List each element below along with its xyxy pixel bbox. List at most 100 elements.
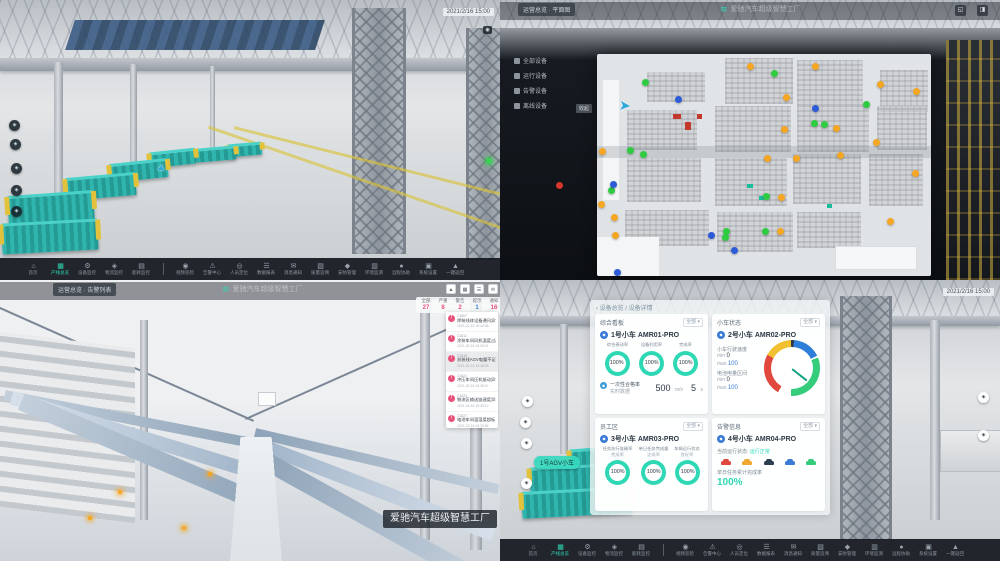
alarm-tool-button[interactable]: ☰ [474,284,484,294]
poi-marker[interactable]: ◈ [11,185,22,196]
card-filter-select[interactable]: 全部 ▾ [800,318,820,327]
view-label-pill[interactable]: 运营总览 · 平面图 [518,3,575,16]
toolbar-item[interactable]: ▦ 产线总览 [547,544,574,557]
toolbar-item[interactable]: ☰ 数据报表 [753,544,780,557]
poi-marker[interactable]: ◈ [11,163,22,174]
device-status-dot[interactable] [627,147,634,154]
poi-circle[interactable]: ◈ [522,396,533,407]
toolbar-item[interactable]: ▲ 一键返回 [942,544,969,557]
device-status-dot[interactable] [598,201,605,208]
toolbar-item[interactable]: ⚙ 设备监控 [574,544,601,557]
toolbar-item[interactable]: ▧ 质量追溯 [307,263,334,276]
alarm-list-item[interactable]: ! C1618 总装线AGV电量不足告警 2021-02-16 15:38:05 [446,352,498,372]
device-status-dot[interactable] [612,232,619,239]
toolbar-item[interactable]: ▣ 系统设置 [415,263,442,276]
breadcrumb[interactable]: ‹ 设备总览 / 设备详情 [596,303,653,312]
alarm-list-item[interactable]: ! C1612 涂装车间风机温度过高 2021-02-16 15:40:21 [446,332,498,352]
alarm-summary-column[interactable]: 严重 8 [436,299,450,311]
device-status-dot[interactable] [722,234,729,241]
car-icon[interactable] [806,461,816,465]
toolbar-item[interactable]: ◎ 人员定位 [726,544,753,557]
device-status-dot[interactable] [731,247,738,254]
poi-circle[interactable]: ◈ [520,417,531,428]
poi-circle[interactable]: ◈ [978,392,989,403]
device-status-dot[interactable] [611,214,618,221]
poi-circle[interactable]: ◈ [978,430,989,441]
device-status-dot[interactable] [833,125,840,132]
toolbar-item[interactable]: ⌂ 首页 [20,263,47,276]
card-filter-select[interactable]: 全部 ▾ [683,422,703,431]
device-status-dot[interactable] [873,139,880,146]
camera-icon[interactable]: ◉ [483,26,492,34]
alarm-summary-column[interactable]: 警告 2 [453,299,467,311]
alarm-tool-button[interactable]: ✉ [488,284,498,294]
device-status-dot[interactable] [675,96,682,103]
device-status-dot[interactable] [812,105,819,112]
collapse-button[interactable]: 收起 [576,104,592,113]
toolbar-item[interactable]: ▥ 环境监测 [361,263,388,276]
car-icon[interactable] [785,461,795,465]
device-status-dot[interactable] [642,79,649,86]
device-status-dot[interactable] [913,88,920,95]
device-status-dot[interactable] [762,228,769,235]
car-icon[interactable] [742,461,752,465]
toolbar-item[interactable]: ✉ 消息通知 [780,544,807,557]
device-status-dot[interactable] [608,187,615,194]
fullscreen-button[interactable]: ◱ [955,5,966,16]
toolbar-item[interactable]: ◆ 安防管理 [834,544,861,557]
alarm-list-item[interactable]: ! C1623 物流区输送链速度异常 2021-02-16 15:33:12 [446,392,498,412]
card-filter-select[interactable]: 全部 ▾ [683,318,703,327]
device-status-dot[interactable] [610,181,617,188]
alarm-summary-column[interactable]: 提示 1 [470,299,484,311]
device-status-dot[interactable] [783,94,790,101]
device-status-dot[interactable] [793,155,800,162]
view-label-pill[interactable]: 运营总览 · 告警列表 [53,283,116,296]
toolbar-item[interactable]: ◉ 视频巡检 [672,544,699,557]
device-status-dot[interactable] [877,81,884,88]
device-status-dot[interactable] [614,269,621,276]
device-status-dot[interactable] [778,194,785,201]
alarm-list-item[interactable]: ! C1607 焊装线体设备通讯异常 2021-02-16 15:42:08 [446,312,498,332]
alarm-list-item[interactable]: ! C1621 冲压车间压机振动异常 2021-02-16 15:35:47 [446,372,498,392]
legend-row[interactable]: 离线设备 [514,101,547,110]
alarm-tool-button[interactable]: ▲ [446,284,456,294]
toolbar-item[interactable]: ▤ 能耗监控 [628,544,655,557]
device-status-dot[interactable] [599,148,606,155]
device-status-dot[interactable] [763,193,770,200]
legend-row[interactable]: 告警设备 [514,86,547,95]
toolbar-item[interactable]: ◈ 物流监控 [101,263,128,276]
poi-marker[interactable]: ◈ [11,206,22,217]
toolbar-item[interactable]: ✉ 消息通知 [280,263,307,276]
device-status-dot[interactable] [777,228,784,235]
toolbar-item[interactable]: ☰ 数据报表 [253,263,280,276]
alarm-list-item[interactable]: ! C1627 电池车间温湿度超标 2021-02-16 15:30:56 [446,412,498,428]
device-status-dot[interactable] [863,101,870,108]
toolbar-item[interactable]: ◆ 安防管理 [334,263,361,276]
toolbar-item[interactable]: ▲ 一键返回 [442,263,469,276]
device-status-dot[interactable] [812,63,819,70]
toolbar-item[interactable]: ▥ 环境监测 [861,544,888,557]
alarm-list-panel[interactable]: ! C1607 焊装线体设备通讯异常 2021-02-16 15:42:08 !… [446,312,498,428]
alarm-summary-column[interactable]: 通知 16 [487,299,500,311]
device-status-dot[interactable] [771,70,778,77]
car-icon[interactable] [764,461,774,465]
toolbar-item[interactable]: ▧ 质量追溯 [807,544,834,557]
device-status-dot[interactable] [764,155,771,162]
toolbar-item[interactable]: ● 远程协助 [388,263,415,276]
device-status-dot[interactable] [781,126,788,133]
device-status-dot[interactable] [821,121,828,128]
legend-row[interactable]: 运行设备 [514,71,547,80]
poi-circle[interactable]: ◈ [521,438,532,449]
toolbar-item[interactable]: ▣ 系统设置 [915,544,942,557]
toolbar-item[interactable]: ● 远程协助 [888,544,915,557]
alarm-tool-button[interactable]: ▦ [460,284,470,294]
toolbar-item[interactable]: ◎ 人员定位 [226,263,253,276]
poi-marker[interactable]: ◈ [10,139,21,150]
agv-tag[interactable]: 1号AGV小车 [534,456,580,469]
poi-marker[interactable]: ◈ [9,120,20,131]
car-icon[interactable] [721,461,731,465]
device-status-dot[interactable] [747,63,754,70]
factory-floor-map[interactable]: ➤ [597,54,931,276]
toolbar-item[interactable]: ◉ 视频巡检 [172,263,199,276]
layers-button[interactable]: ◨ [977,5,988,16]
